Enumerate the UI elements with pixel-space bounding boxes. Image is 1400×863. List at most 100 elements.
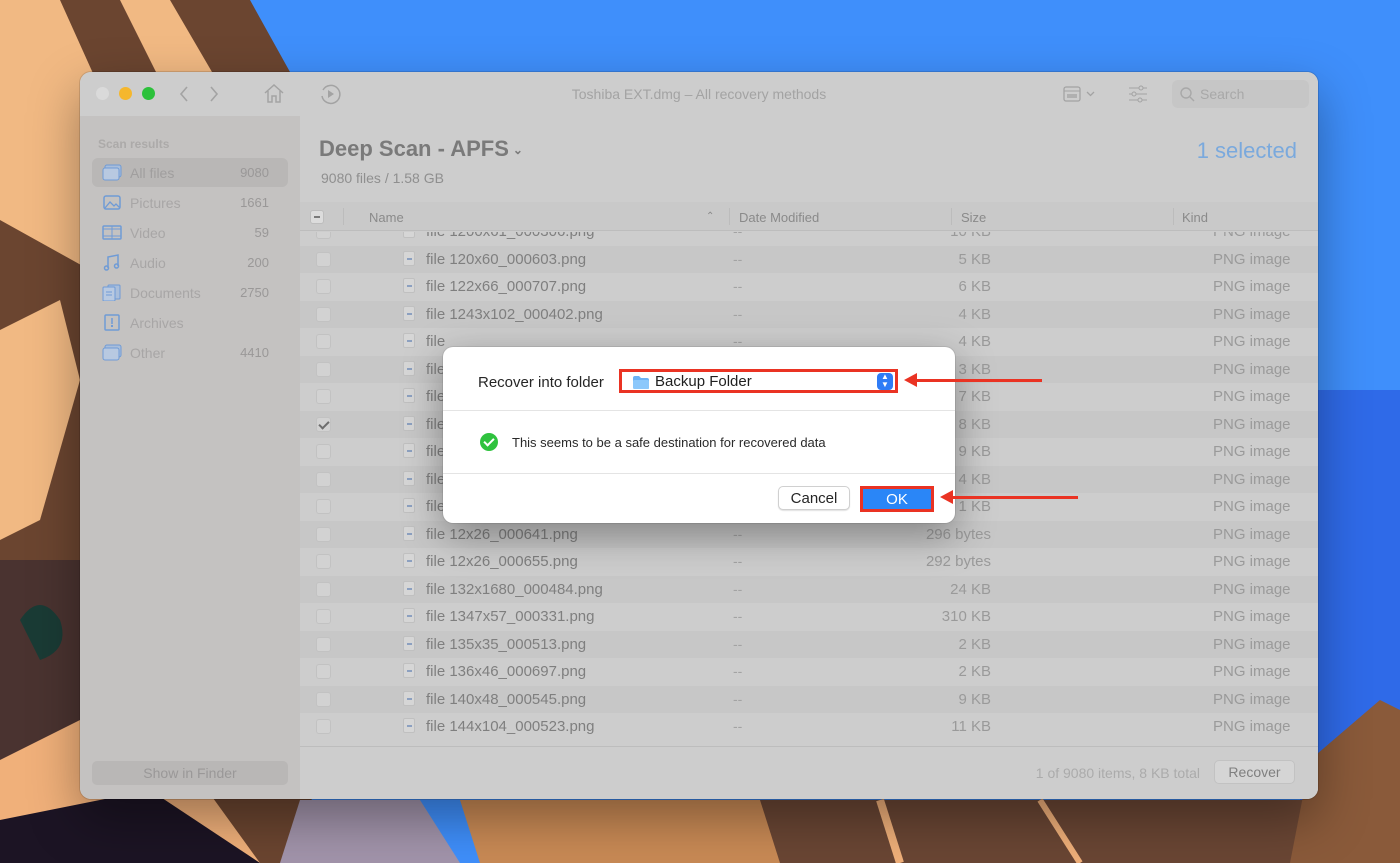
filter-settings-icon[interactable]	[1128, 85, 1148, 103]
row-checkbox[interactable]	[316, 361, 331, 377]
recover-button[interactable]: Recover	[1214, 760, 1295, 784]
sidebar-item-count: 9080	[240, 165, 269, 180]
file-size: 310 KB	[941, 608, 991, 625]
table-row[interactable]: file 12x26_000641.png -- 296 bytes PNG imag…	[300, 520, 1318, 548]
file-name: file 1347x57_000331.png	[426, 608, 595, 625]
row-checkbox[interactable]	[316, 251, 331, 267]
row-checkbox[interactable]	[316, 389, 331, 404]
table-row[interactable]: file 132x1680_000484.png -- 24 KB PNG image	[300, 575, 1318, 603]
show-in-finder-button[interactable]: Show in Finder	[92, 761, 288, 785]
search-icon	[1180, 87, 1195, 107]
divider	[443, 410, 955, 411]
column-header-kind[interactable]: Kind	[1182, 210, 1208, 225]
column-header-size[interactable]: Size	[961, 210, 986, 225]
file-size: 5 KB	[958, 250, 991, 268]
table-row[interactable]: file 136x46_000697.png -- 2 KB PNG image	[300, 658, 1318, 686]
sidebar-item-label: Other	[130, 345, 166, 361]
sidebar-item-label: Documents	[130, 285, 201, 301]
row-checkbox[interactable]	[316, 691, 331, 707]
file-kind: PNG image	[1213, 553, 1291, 570]
column-header-name[interactable]: Name	[369, 210, 404, 225]
sidebar-item-documents[interactable]: Documents 2750	[92, 278, 288, 307]
file-size: 8 KB	[958, 415, 991, 433]
view-mode-icon[interactable]	[1063, 86, 1097, 102]
row-checkbox[interactable]	[316, 306, 331, 322]
png-file-icon	[403, 305, 415, 321]
row-checkbox[interactable]	[316, 416, 331, 432]
file-kind: PNG image	[1213, 580, 1291, 598]
select-all-checkbox[interactable]	[310, 210, 324, 224]
row-checkbox[interactable]	[316, 334, 331, 349]
sidebar-item-label: Archives	[130, 315, 184, 331]
table-row[interactable]: file 135x35_000513.png -- 2 KB PNG image	[300, 630, 1318, 658]
row-checkbox[interactable]	[316, 499, 331, 514]
sidebar-item-pictures[interactable]: Pictures 1661	[92, 188, 288, 217]
file-name: file 140x48_000545.png	[426, 690, 587, 708]
file-kind: PNG image	[1213, 635, 1291, 653]
png-file-icon	[403, 580, 415, 596]
sidebar-item-audio[interactable]: Audio 200	[92, 248, 288, 277]
file-size: 4 KB	[958, 305, 991, 323]
table-row[interactable]: file 144x104_000523.png -- 11 KB PNG image	[300, 713, 1318, 741]
file-name: file 122x66_000707.png	[426, 278, 587, 295]
row-checkbox[interactable]	[316, 526, 331, 542]
row-checkbox[interactable]	[316, 664, 331, 679]
row-checkbox[interactable]	[316, 232, 331, 239]
ok-button[interactable]: OK	[860, 486, 934, 512]
png-file-icon	[403, 232, 415, 238]
column-header-date-modified[interactable]: Date Modified	[739, 210, 819, 225]
file-size: 1 KB	[958, 498, 991, 515]
file-kind: PNG image	[1213, 388, 1291, 405]
file-size: 2 KB	[958, 635, 991, 653]
video-icon	[102, 224, 122, 241]
search-field[interactable]	[1172, 80, 1309, 108]
file-size: 9 KB	[958, 690, 991, 708]
scan-selector[interactable]: Deep Scan - APFS ⌄	[319, 136, 523, 162]
table-row[interactable]: file 1200x61_000306.png -- 10 KB PNG image	[300, 232, 1318, 246]
sidebar-item-video[interactable]: Video 59	[92, 218, 288, 247]
file-name: file 132x1680_000484.png	[426, 580, 603, 598]
file-size: 10 KB	[950, 232, 991, 240]
table-row[interactable]: file 1347x57_000331.png -- 310 KB PNG image	[300, 603, 1318, 631]
search-input[interactable]	[1200, 84, 1300, 104]
png-file-icon	[403, 250, 415, 266]
file-date-modified: --	[733, 690, 743, 707]
file-date-modified: --	[733, 250, 743, 267]
chevron-down-icon: ⌄	[512, 143, 523, 158]
audio-icon	[102, 254, 122, 271]
column-divider	[343, 208, 344, 225]
table-row[interactable]: file 122x66_000707.png -- 6 KB PNG image	[300, 273, 1318, 301]
png-file-icon	[403, 415, 415, 431]
file-kind: PNG image	[1213, 525, 1291, 543]
file-date-modified: --	[733, 232, 742, 239]
png-file-icon	[403, 470, 415, 486]
sidebar-item-other[interactable]: Other 4410	[92, 338, 288, 367]
recover-into-folder-label: Recover into folder	[478, 374, 604, 391]
sidebar-item-all-files[interactable]: All files 9080	[92, 158, 288, 187]
sidebar-item-archives[interactable]: Archives	[92, 308, 288, 337]
table-row[interactable]: file 1243x102_000402.png -- 4 KB PNG image	[300, 300, 1318, 328]
file-name: file 135x35_000513.png	[426, 635, 587, 653]
row-checkbox[interactable]	[316, 554, 331, 569]
table-row[interactable]: file 140x48_000545.png -- 9 KB PNG image	[300, 685, 1318, 713]
row-checkbox[interactable]	[316, 471, 331, 487]
row-checkbox[interactable]	[316, 719, 331, 734]
row-checkbox[interactable]	[316, 636, 331, 652]
folder-select[interactable]: Backup Folder ▲ ▼	[619, 369, 898, 393]
column-divider	[729, 208, 730, 225]
file-kind: PNG image	[1213, 415, 1291, 433]
checkmark-circle-icon	[480, 433, 498, 451]
png-file-icon	[403, 388, 415, 403]
row-checkbox[interactable]	[316, 444, 331, 459]
row-checkbox[interactable]	[316, 609, 331, 624]
cancel-button[interactable]: Cancel	[778, 486, 850, 510]
sidebar-item-label: Audio	[130, 255, 166, 271]
title-bar: Toshiba EXT.dmg – All recovery methods	[80, 72, 1318, 116]
table-row[interactable]: file 12x26_000655.png -- 292 bytes PNG imag…	[300, 548, 1318, 576]
row-checkbox[interactable]	[316, 581, 331, 597]
scan-title: Deep Scan - APFS	[319, 136, 509, 161]
row-checkbox[interactable]	[316, 279, 331, 294]
table-row[interactable]: file 120x60_000603.png -- 5 KB PNG image	[300, 245, 1318, 273]
file-size: 292 bytes	[925, 553, 991, 570]
selected-count: 1 selected	[1196, 138, 1297, 163]
